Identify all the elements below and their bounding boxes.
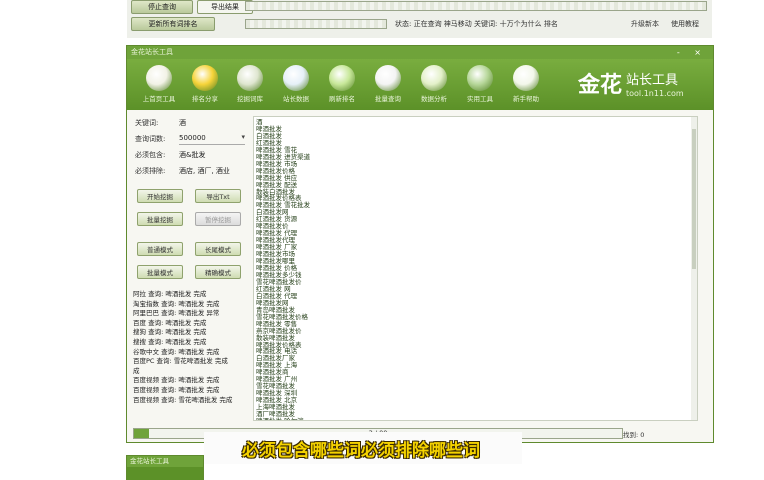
background-window: 停止查询 导出结果 更新所有词排名 状态: 正在查询 神马移动 关键词: 十万个…: [127, 0, 712, 38]
keyword-label: 关键词:: [135, 119, 159, 127]
tools-icon: [467, 65, 493, 91]
refresh-rank-button[interactable]: 更新所有词排名: [131, 17, 215, 31]
found-count: 找到: 0: [623, 431, 645, 439]
tool-share[interactable]: 排名分享: [183, 62, 227, 108]
include-label: 必须包含:: [135, 151, 166, 159]
stop-query-button[interactable]: 停止查询: [131, 0, 193, 14]
logo-url: tool.1n11.com: [626, 89, 684, 98]
background-progress-bar: [245, 1, 707, 11]
log-line: 阿拉 查询: 啤酒批发 完成: [133, 290, 207, 298]
logo-text: 金花: [578, 72, 623, 98]
query-log: 阿拉 查询: 啤酒批发 完成 淘宝指数 查询: 啤酒批发 完成 阿里巴巴 查询: 啤…: [133, 290, 251, 405]
tool-label: 新手帮助: [513, 95, 539, 103]
count-select[interactable]: 500000: [179, 133, 245, 145]
tool-help[interactable]: 新手帮助: [504, 62, 548, 108]
tool-utilities[interactable]: 实用工具: [458, 62, 502, 108]
tutorial-link[interactable]: 使用教程: [671, 19, 699, 29]
log-line: 搜搜 查询: 啤酒批发 完成: [133, 337, 207, 346]
control-panel: 关键词: 酒 查询词数: 500000 必须包含: 酒&批发 必须排除: 酒店,…: [131, 114, 251, 426]
logo: 金花 站长工具 tool.1n11.com: [578, 67, 703, 105]
caption-text: 必须包含哪些词必须排除哪些词: [242, 441, 480, 461]
tool-label: 挖掘词库: [237, 95, 263, 103]
scrollbar-thumb[interactable]: [692, 129, 696, 269]
tool-mine[interactable]: 挖掘词库: [228, 62, 272, 108]
log-line: 百度视频 查询: 雪花啤酒批发 完成: [133, 395, 233, 404]
log-line: 百度视频 查询: 啤酒批发 完成: [133, 385, 220, 394]
stopwatch-icon: [146, 65, 172, 91]
tool-label: 上首页工具: [142, 95, 176, 103]
secondary-window-toolbar: [127, 467, 203, 480]
tool-label: 排名分享: [192, 95, 218, 103]
count-label: 查询词数:: [135, 135, 166, 143]
exact-mode-button[interactable]: 精确模式: [195, 265, 241, 279]
leaf-icon: [421, 65, 447, 91]
results-list-box[interactable]: 酒啤酒批发 白酒批发 红酒批发 啤酒批发 雪花 啤酒批发 进货渠道 啤酒批发 市场 啤酒批发…: [253, 116, 698, 421]
log-line: 谷歌中文 查询: 啤酒批发 完成: [133, 347, 220, 356]
toolbar: 上首页工具 排名分享 挖掘词库 站长数据 刷新排名 批量查询 数据分析 实用工具…: [127, 59, 713, 110]
log-line: 百度PC 查询: 雪花啤酒批发 完成: [133, 357, 228, 366]
export-txt-button[interactable]: 导出Txt: [195, 189, 241, 203]
status-text: 状态: 正在查询 神马移动 关键词: 十万个为什么 排名: [395, 20, 558, 28]
result-item[interactable]: 啤酒批发 哈尔滨: [256, 418, 310, 420]
long-tail-mode-button[interactable]: 长尾模式: [195, 242, 241, 256]
help-icon: [513, 65, 539, 91]
tool-label: 实用工具: [467, 95, 493, 103]
keyword-input[interactable]: 酒: [179, 118, 245, 129]
results-list: 酒啤酒批发 白酒批发 红酒批发 啤酒批发 雪花 啤酒批发 进货渠道 啤酒批发 市场 啤酒批发…: [256, 119, 310, 420]
start-mining-button[interactable]: 开始挖掘: [137, 189, 183, 203]
magnifier-icon: [237, 65, 263, 91]
normal-mode-button[interactable]: 普通模式: [137, 242, 183, 256]
tool-label: 批量查询: [375, 95, 401, 103]
log-line: 百度视频 查询: 啤酒批发 完成: [133, 376, 220, 385]
log-line: 阿里巴巴 查询: 啤酒批发 异常: [133, 309, 220, 318]
exclude-input[interactable]: 酒店, 酒厂, 酒业: [179, 166, 245, 177]
tool-label: 数据分析: [421, 95, 447, 103]
window-title: 金花站长工具: [131, 48, 173, 56]
main-window: 金花站长工具 - × 上首页工具 排名分享 挖掘词库 站长数据 刷新排名 批量查…: [126, 45, 714, 443]
tool-rank[interactable]: 上首页工具: [137, 62, 181, 108]
log-line: 百度 查询: 啤酒批发 完成: [133, 318, 207, 327]
chart-icon: [375, 65, 401, 91]
include-input[interactable]: 酒&批发: [179, 150, 245, 161]
exclude-label: 必须排除:: [135, 167, 166, 175]
log-line: 淘宝指数 查询: 啤酒批发 完成: [133, 299, 220, 308]
background-progress-bar-2: [245, 19, 387, 29]
pause-mining-button[interactable]: 暂停挖掘: [195, 212, 241, 226]
tool-label: 站长数据: [283, 95, 309, 103]
exclamation-icon: [192, 65, 218, 91]
title-bar: 金花站长工具 - ×: [127, 46, 713, 59]
log-line: 成: [133, 366, 140, 375]
secondary-window: 金花站长工具: [126, 455, 204, 480]
logo-subtitle: 站长工具: [626, 73, 679, 88]
tool-refresh[interactable]: 刷新排名: [320, 62, 364, 108]
log-line: 搜狗 查询: 啤酒批发 完成: [133, 328, 207, 337]
window-controls[interactable]: - ×: [677, 46, 707, 59]
bulk-mode-button[interactable]: 批量模式: [137, 265, 183, 279]
video-caption: 必须包含哪些词必须排除哪些词: [204, 432, 522, 464]
globe-icon: [283, 65, 309, 91]
batch-mining-button[interactable]: 批量挖掘: [137, 212, 183, 226]
refresh-icon: [329, 65, 355, 91]
tool-webmaster[interactable]: 站长数据: [274, 62, 318, 108]
tool-label: 刷新排名: [329, 95, 355, 103]
secondary-window-title: 金花站长工具: [127, 456, 203, 467]
vertical-scrollbar[interactable]: [691, 117, 697, 420]
tool-analysis[interactable]: 数据分析: [412, 62, 456, 108]
upgrade-link[interactable]: 升级新本: [631, 19, 659, 29]
tool-batch[interactable]: 批量查询: [366, 62, 410, 108]
